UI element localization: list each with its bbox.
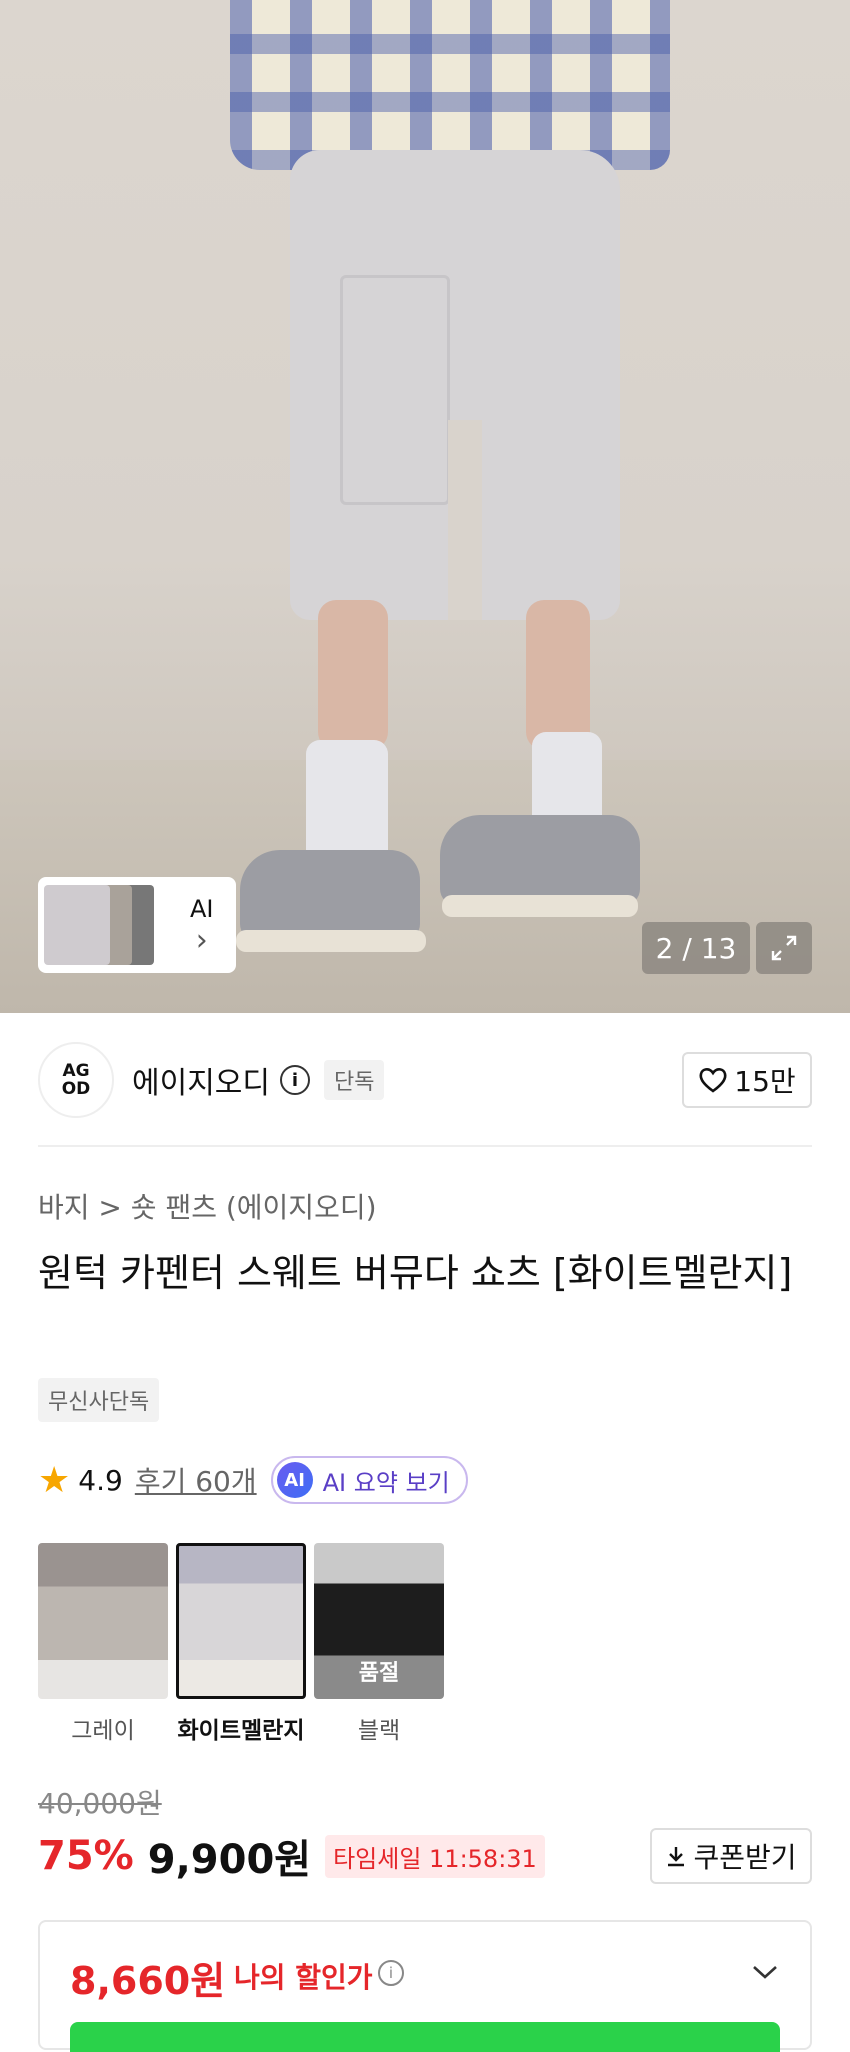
option-white-melange[interactable]: 화이트멜란지 (176, 1543, 306, 1745)
my-discount-label: 나의 할인가 (234, 1961, 373, 1994)
sale-price: 9,900원 (147, 1837, 312, 1883)
my-discount-price: 8,660원 (70, 1959, 226, 2003)
option-label: 화이트멜란지 (177, 1718, 305, 1744)
timesale-badge: 타임세일 11:58:31 (325, 1834, 545, 1878)
left-sneaker (240, 850, 420, 940)
option-black[interactable]: 품절 블랙 (314, 1543, 444, 1745)
ai-summary-button[interactable]: AI AI 요약 보기 (270, 1456, 468, 1504)
right-sole (442, 895, 638, 917)
option-label: 그레이 (71, 1718, 135, 1744)
ai-thumbnail-card[interactable]: AI › (38, 877, 236, 973)
my-discount-box[interactable]: 8,660원 나의 할인가 i (38, 1920, 812, 2052)
rating-score: 4.9 (78, 1463, 123, 1497)
heart-icon (699, 1068, 727, 1093)
chevron-down-icon[interactable] (750, 1962, 780, 1982)
expand-icon[interactable] (756, 922, 812, 974)
rating-row: ★ 4.9 후기 60개 AI AI 요약 보기 (38, 1455, 468, 1505)
brand-logo-text: AG OD (61, 1061, 91, 1099)
like-count: 15만 (734, 1065, 796, 1098)
chevron-right-icon: › (195, 923, 208, 958)
download-icon (668, 1847, 685, 1867)
thumbnail-stack (44, 883, 184, 967)
thumbnail-front (44, 885, 110, 965)
left-leg (318, 600, 388, 750)
option-gray[interactable]: 그레이 (38, 1543, 168, 1745)
product-title: 원턱 카펜터 스웨트 버뮤다 쇼츠 [화이트멜란지] (38, 1251, 793, 1295)
original-price: 40,000원 (38, 1787, 162, 1820)
ai-summary-label: AI 요약 보기 (322, 1468, 450, 1497)
option-white-melange-image (176, 1543, 306, 1699)
divider (38, 1145, 812, 1147)
review-link[interactable]: 후기 60개 (135, 1460, 257, 1500)
ai-icon: AI (276, 1462, 313, 1498)
green-banner[interactable] (70, 2022, 780, 2052)
ai-text: AI (190, 895, 214, 923)
option-gray-image (38, 1543, 168, 1699)
exclusive-tag: 무신사단독 (38, 1378, 160, 1422)
brand-row: AG OD 에이지오디 i 단독 15만 (38, 1042, 812, 1118)
info-icon[interactable]: i (280, 1065, 310, 1095)
price-row: 75% 9,900원 타임세일 11:58:31 쿠폰받기 (38, 1826, 812, 1886)
option-label: 블랙 (357, 1718, 401, 1744)
coupon-button[interactable]: 쿠폰받기 (650, 1828, 812, 1884)
like-button[interactable]: 15만 (682, 1052, 812, 1108)
color-options: 그레이 화이트멜란지 품절 블랙 (38, 1543, 444, 1745)
option-black-image: 품절 (314, 1543, 444, 1699)
left-sole (236, 930, 426, 952)
brand-logo[interactable]: AG OD (38, 1042, 114, 1118)
breadcrumb[interactable]: 바지 > 숏 팬츠 (에이지오디) (38, 1186, 377, 1226)
thumbnail-ai-label: AI › (190, 893, 214, 957)
brand-name[interactable]: 에이지오디 (132, 1058, 270, 1102)
star-icon: ★ (38, 1459, 71, 1501)
shorts-pocket (340, 275, 450, 505)
coupon-label: 쿠폰받기 (693, 1841, 797, 1874)
plaid-shirt (230, 0, 670, 170)
discount-rate: 75% (38, 1833, 134, 1879)
exclusive-badge: 단독 (324, 1060, 385, 1100)
info-icon[interactable]: i (378, 1960, 404, 1986)
right-leg (526, 600, 590, 750)
soldout-label: 품절 (358, 1661, 400, 1686)
shorts-gap (448, 420, 482, 620)
product-image-gallery[interactable]: AI › 2 / 13 (0, 0, 850, 1013)
image-counter: 2 / 13 (642, 922, 750, 974)
right-sneaker (440, 815, 640, 905)
